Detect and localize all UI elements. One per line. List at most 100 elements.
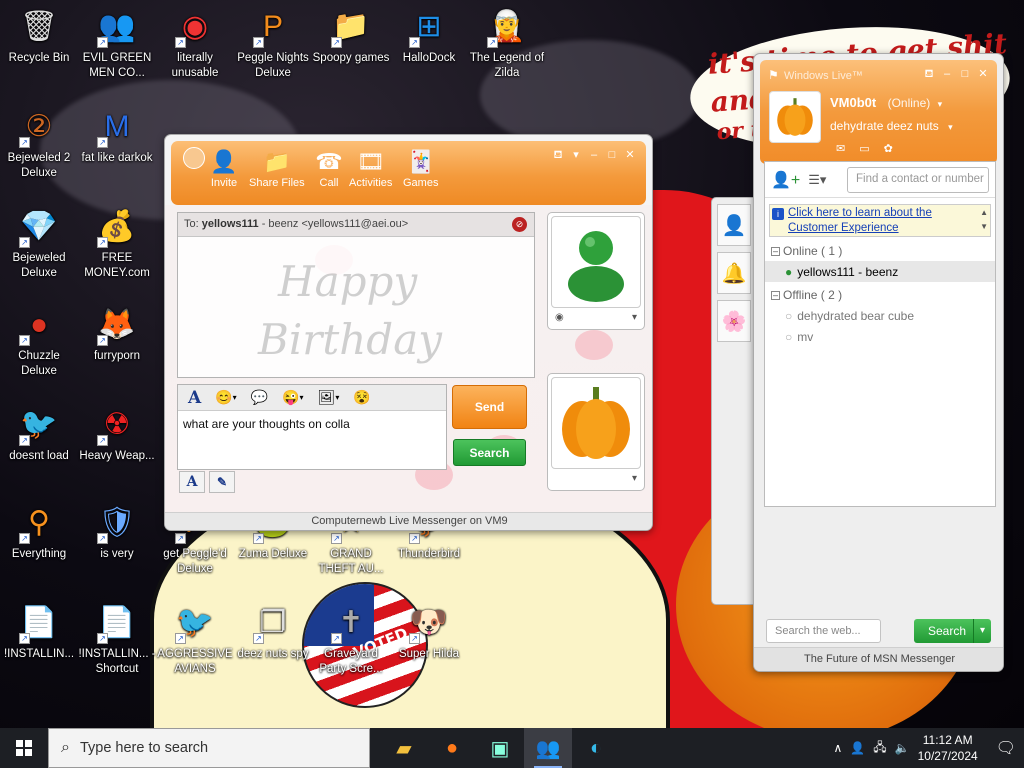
contact-list-window[interactable]: ⚑ Windows Live™ ⛾ – □ ✕ VM0b0t (Online) …: [753, 53, 1004, 672]
shortcut-arrow-icon: ↗: [175, 533, 186, 544]
add-contact-icon[interactable]: 👤+: [771, 170, 800, 190]
network-icon[interactable]: 🖧: [873, 738, 886, 759]
taskbar-app[interactable]: ▣: [476, 728, 524, 768]
ad-scroll-arrows[interactable]: ▲ ▼: [980, 206, 988, 234]
toolbar-invite[interactable]: 👤 Invite: [209, 147, 239, 189]
document-icon: 📄 ↗: [97, 605, 136, 644]
phone-icon: ☎: [315, 149, 343, 174]
desktop-icon[interactable]: 📄 ↗ !INSTALLIN...: [0, 600, 78, 662]
voice-clip-icon[interactable]: 💬: [251, 389, 268, 406]
toolbar-games[interactable]: 🃏 Games: [403, 147, 438, 189]
desktop-icon[interactable]: P ↗ Peggle Nights Deluxe: [234, 4, 312, 81]
taskbar-firefox[interactable]: ●: [428, 728, 476, 768]
background-icon[interactable]: 🖼 ▾: [318, 389, 340, 406]
desktop-icon[interactable]: 🐦 ↗ AGGRESSIVE AVIANS: [156, 600, 234, 677]
msn-today-icon[interactable]: ✿: [884, 142, 893, 155]
conversation-window[interactable]: 👤 Invite 📁 Share Files ☎ Call 🎞 Activiti…: [164, 134, 653, 531]
desktop-icon[interactable]: 📁 ↗ Spoopy games: [312, 4, 390, 66]
spaces-icon[interactable]: ▭: [859, 142, 869, 155]
desktop-icon[interactable]: ⊞ ↗ HalloDock: [390, 4, 468, 66]
desktop-icon[interactable]: 🦊 ↗ furryporn: [78, 302, 156, 364]
desktop-icon[interactable]: 🗑 Recycle Bin: [0, 4, 78, 66]
avatar-menu-arrow[interactable]: ▾: [632, 312, 637, 323]
contact-item[interactable]: ○ dehydrated bear cube: [765, 305, 995, 326]
message-input[interactable]: what are your thoughts on colla: [178, 411, 446, 437]
taskbar-search[interactable]: ⌕ Type here to search: [48, 728, 370, 768]
notification-icon[interactable]: 🗨: [996, 738, 1016, 758]
msn-tray-icon[interactable]: 👤: [850, 741, 865, 755]
desktop-icon[interactable]: 🛡 ↗ is very: [78, 500, 156, 562]
desktop-icon[interactable]: 🐶 ↗ Super Hilda: [390, 600, 468, 662]
taskbar-file-explorer[interactable]: ▰: [380, 728, 428, 768]
web-search-button[interactable]: Search ▾: [914, 619, 991, 643]
own-avatar-frame[interactable]: ▾: [547, 373, 645, 491]
group-offline[interactable]: – Offline ( 2 ): [765, 285, 995, 305]
webcam-icon[interactable]: ◉: [555, 312, 564, 323]
nudge-icon[interactable]: 😵: [353, 389, 370, 406]
toolbar-activities[interactable]: 🎞 Activities: [349, 147, 392, 189]
web-search-input[interactable]: Search the web...: [766, 619, 881, 643]
wink-icon[interactable]: 😜 ▾: [282, 389, 303, 406]
clock[interactable]: 11:12 AM 10/27/2024: [918, 732, 978, 764]
desktop-icon[interactable]: ● ↗ Chuzzle Deluxe: [0, 302, 78, 379]
close-button[interactable]: ✕: [977, 68, 989, 80]
display-name-row[interactable]: VM0b0t (Online) ▾: [830, 95, 942, 110]
minimize-button[interactable]: ▾: [570, 149, 582, 161]
font-icon[interactable]: A: [188, 388, 201, 408]
chevron-up-icon[interactable]: ∧: [834, 741, 843, 755]
paint-bucket-icon[interactable]: ⛾: [552, 149, 564, 161]
handwriting-icon[interactable]: ✎: [209, 471, 235, 493]
personal-message-row[interactable]: dehydrate deez nuts ▾: [830, 119, 953, 133]
maximize-button[interactable]: □: [606, 149, 618, 161]
desktop-icon[interactable]: 📄 ↗ !INSTALLIN... - Shortcut: [78, 600, 156, 677]
message-history[interactable]: To: yellows111 - beenz <yellows111@aei.o…: [177, 212, 535, 378]
volume-icon[interactable]: 🔈: [895, 741, 910, 755]
search-button[interactable]: Search: [453, 439, 526, 466]
taskbar-edge[interactable]: ◐: [572, 728, 620, 768]
paint-bucket-icon[interactable]: ⛾: [923, 68, 935, 80]
alerts-tab-icon[interactable]: 🔔: [717, 252, 751, 294]
search-dropdown-icon[interactable]: ▾: [973, 619, 991, 643]
invite-icon: 👤: [210, 149, 238, 174]
find-contact-input[interactable]: Find a contact or number: [847, 166, 989, 193]
shortcut-arrow-icon: ↗: [19, 237, 30, 248]
desktop-icon[interactable]: ❐ ↗ deez nuts spy: [234, 600, 312, 662]
desktop-icon[interactable]: 🐦 ↗ doesnt load: [0, 402, 78, 464]
desktop-icon[interactable]: 👥 ↗ EVIL GREEN MEN CO...: [78, 4, 156, 81]
desktop-icon[interactable]: ⚲ ↗ Everything: [0, 500, 78, 562]
desktop-icon[interactable]: ✝ ↗ Graveyard Party Scre...: [312, 600, 390, 677]
text-mode-icon[interactable]: A: [179, 471, 205, 493]
list-options-icon[interactable]: ☰▾: [808, 172, 826, 188]
mail-icon[interactable]: ✉: [836, 142, 845, 155]
menu-orb-icon[interactable]: [183, 147, 205, 169]
cards-tab-icon[interactable]: 🌸: [717, 300, 751, 342]
shortcut-arrow-icon: ↗: [175, 633, 186, 644]
contacts-tab-icon[interactable]: 👤: [717, 204, 751, 246]
contact-item[interactable]: ● yellows111 - beenz: [765, 261, 995, 282]
restore-button[interactable]: –: [588, 149, 600, 161]
desktop-icon[interactable]: 🧝 ↗ The Legend of Zilda: [468, 4, 546, 81]
emoticon-icon[interactable]: 😊 ▾: [215, 389, 236, 406]
desktop-icon[interactable]: ◉ ↗ literally unusable: [156, 4, 234, 81]
start-button[interactable]: [0, 728, 48, 768]
toolbar-call[interactable]: ☎ Call: [314, 147, 344, 189]
block-icon[interactable]: ⊘: [512, 217, 527, 232]
desktop-icon[interactable]: ② ↗ Bejeweled 2 Deluxe: [0, 104, 78, 181]
customer-experience-link[interactable]: i Click here to learn about the Customer…: [769, 204, 991, 237]
contact-avatar-frame[interactable]: ◉ ▾: [547, 212, 645, 330]
taskbar-messenger[interactable]: 👥: [524, 728, 572, 768]
own-avatar-menu-arrow[interactable]: ▾: [632, 473, 637, 484]
desktop-icon[interactable]: ☢ ↗ Heavy Weap...: [78, 402, 156, 464]
own-display-picture[interactable]: [769, 91, 821, 143]
desktop-icon[interactable]: 💰 ↗ FREE MONEY.com: [78, 204, 156, 281]
desktop-icon[interactable]: M ↗ fat like darkok: [78, 104, 156, 166]
minimize-button[interactable]: –: [941, 68, 953, 80]
group-online[interactable]: – Online ( 1 ): [765, 241, 995, 261]
send-button[interactable]: Send: [452, 385, 527, 429]
close-button[interactable]: ✕: [624, 149, 636, 161]
message-compose[interactable]: A 😊 ▾ 💬 😜 ▾ 🖼 ▾ 😵 what are your thoughts on…: [177, 384, 447, 470]
contact-item[interactable]: ○ mv: [765, 326, 995, 347]
maximize-button[interactable]: □: [959, 68, 971, 80]
toolbar-share-files[interactable]: 📁 Share Files: [249, 147, 305, 189]
desktop-icon[interactable]: 💎 ↗ Bejeweled Deluxe: [0, 204, 78, 281]
